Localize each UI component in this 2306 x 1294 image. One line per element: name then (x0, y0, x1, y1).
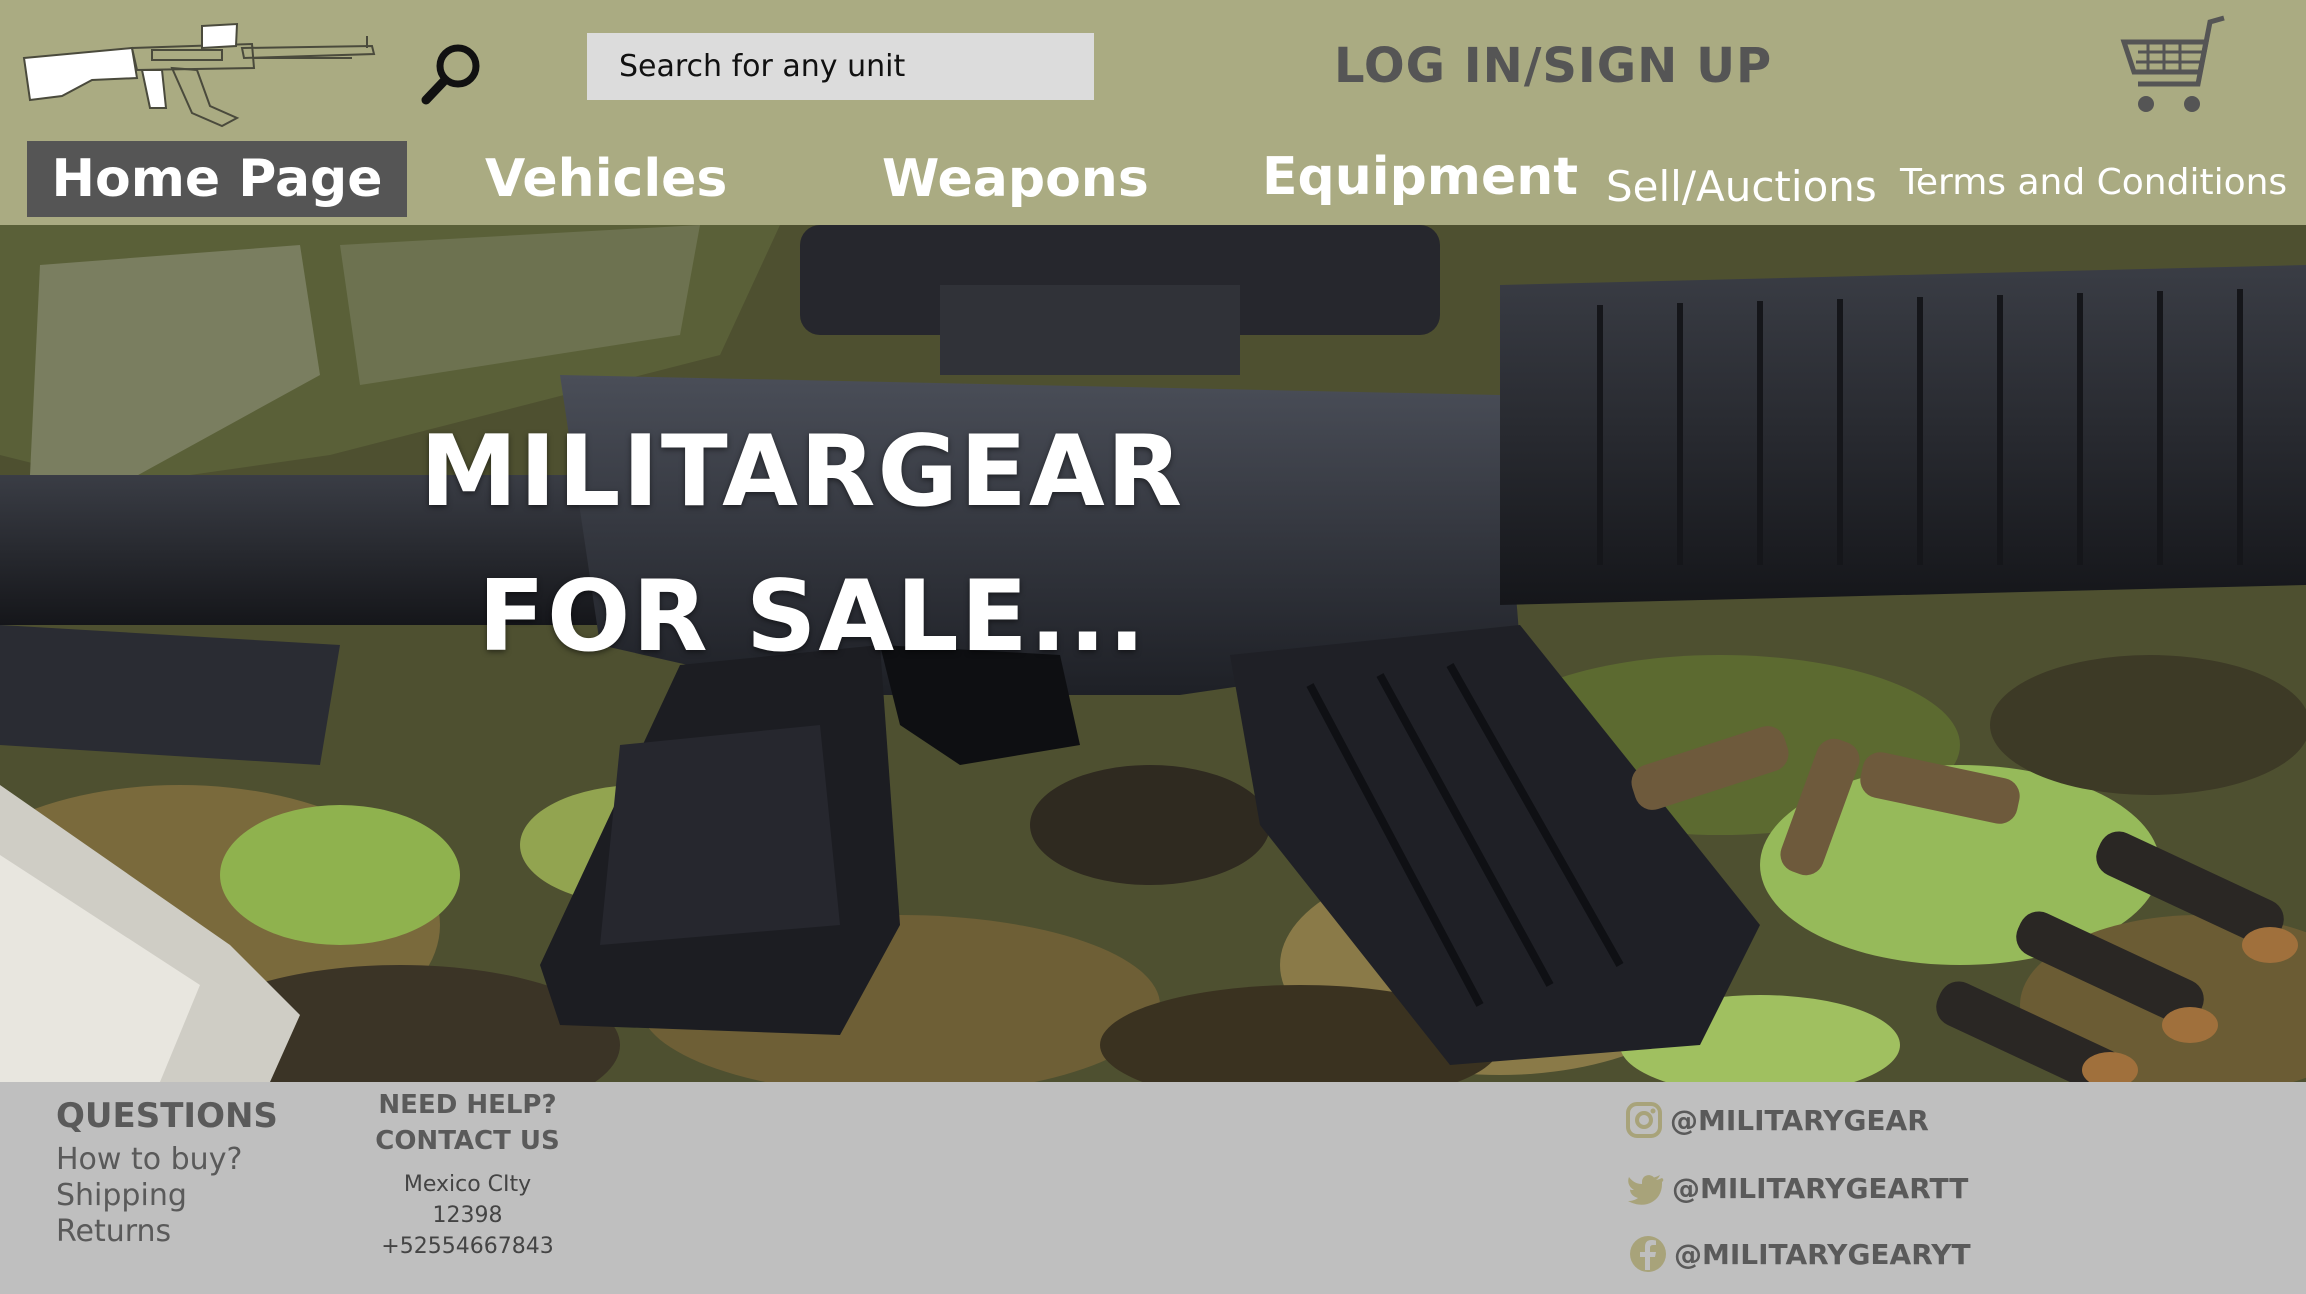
twitter-icon (1628, 1175, 1664, 1205)
instagram-icon (1626, 1102, 1662, 1138)
shopping-cart-icon[interactable] (2118, 14, 2230, 118)
magnifier-icon[interactable] (420, 40, 486, 106)
questions-heading: QUESTIONS (56, 1096, 278, 1136)
returns-link[interactable]: Returns (56, 1214, 171, 1249)
contact-city: Mexico CIty (403, 1172, 532, 1197)
hero-banner: MILITARGEAR FOR SALE... (0, 225, 2306, 1082)
rifle-logo-icon[interactable] (22, 18, 382, 128)
nav-terms[interactable]: Terms and Conditions (1900, 144, 2287, 220)
shipping-link[interactable]: Shipping (56, 1178, 187, 1213)
hero-title-line1: MILITARGEAR (420, 415, 1185, 529)
instagram-handle: @MILITARYGEAR (1670, 1103, 1929, 1137)
twitter-link[interactable]: @MILITARYGEARTT (1626, 1166, 1968, 1210)
facebook-handle: @MILITARYGEARYT (1674, 1237, 1971, 1271)
nav-weapons[interactable]: Weapons (882, 141, 1149, 217)
twitter-handle: @MILITARYGEARTT (1672, 1171, 1969, 1205)
nav-vehicles[interactable]: Vehicles (485, 141, 727, 217)
instagram-link[interactable]: @MILITARYGEAR (1624, 1098, 1929, 1142)
login-signup-link[interactable]: LOG IN/SIGN UP (1334, 38, 1772, 94)
hero-rifle-photo (0, 225, 2306, 1082)
site-header: LOG IN/SIGN UP Home Page Vehicles Weapon… (0, 0, 2306, 225)
facebook-link[interactable]: @MILITARYGEARYT (1628, 1232, 1971, 1276)
nav-home[interactable]: Home Page (27, 141, 407, 217)
nav-equipment[interactable]: Equipment (1262, 139, 1578, 215)
need-help-heading: NEED HELP? (378, 1090, 557, 1120)
contact-us-heading: CONTACT US (375, 1126, 560, 1156)
hero-title-line2: FOR SALE... (478, 560, 1148, 674)
site-footer: QUESTIONS How to buy? Shipping Returns N… (0, 1082, 2306, 1294)
nav-sell-auctions[interactable]: Sell/Auctions (1606, 148, 1877, 224)
contact-zip: 12398 (432, 1203, 503, 1228)
search-input[interactable] (587, 33, 1094, 100)
how-to-buy-link[interactable]: How to buy? (56, 1142, 242, 1177)
facebook-icon (1630, 1236, 1666, 1272)
contact-phone: +52554667843 (381, 1234, 554, 1259)
